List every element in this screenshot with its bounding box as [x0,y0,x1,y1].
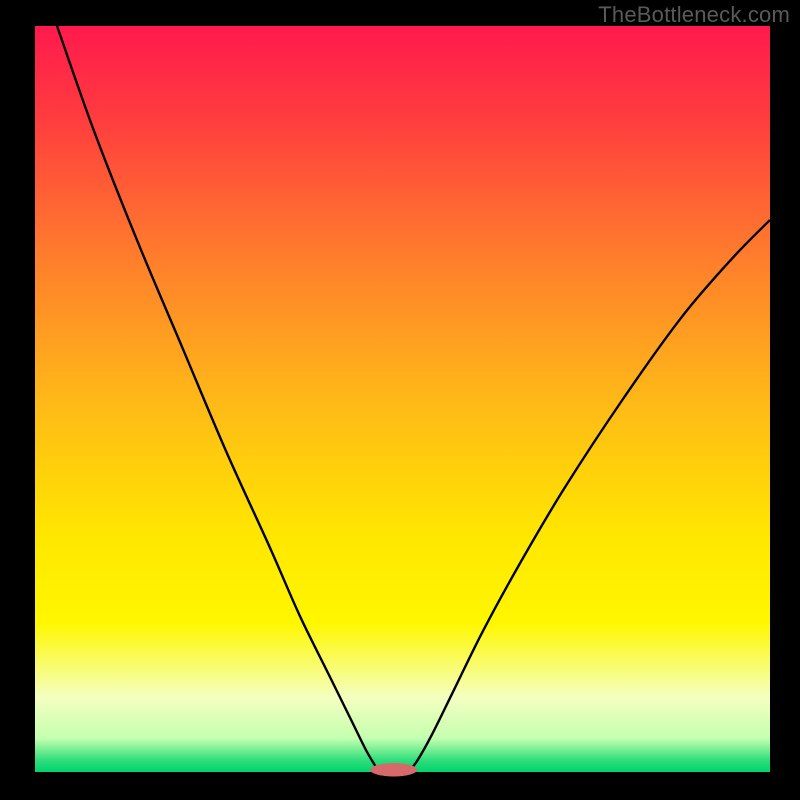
watermark-label: TheBottleneck.com [598,2,790,28]
bottleneck-marker [370,763,417,776]
chart-frame: TheBottleneck.com [0,0,800,800]
plot-background [35,26,770,772]
bottleneck-chart [0,0,800,800]
